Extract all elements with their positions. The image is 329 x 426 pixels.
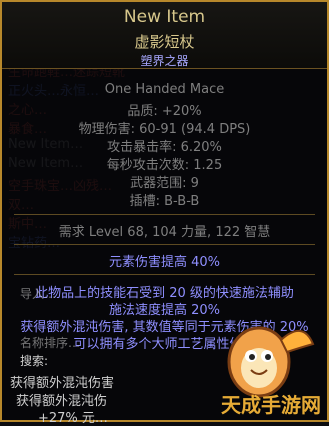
result-row-1[interactable]: 获得额外混沌伤害 [10,372,114,391]
item-implicit: 元素伤害提高 40% [108,255,221,270]
result-row-3[interactable]: +27% 元… [38,407,108,426]
divider [14,274,315,275]
item-sockets: 插槽: B-B-B [129,194,200,209]
divider [14,244,315,245]
item-requirements: 需求 Level 68, 104 力量, 122 智慧 [58,225,271,240]
item-physical-damage: 物理伤害: 60-91 (94.4 DPS) [78,122,251,137]
item-name: New Item [123,7,206,27]
item-crit: 攻击暴击率: 6.20% [107,140,222,155]
item-aps: 每秒攻击次数: 1.25 [106,158,223,173]
watermark-text: 天成手游网 [221,393,321,417]
divider [14,214,315,215]
tooltip-header: New Item 虚影短杖 塑界之器 [2,2,327,69]
bg-sort-label: 名称排序… [20,336,81,350]
item-base-type: 虚影短杖 [134,33,195,51]
bg-import-label: 导入… [20,287,57,301]
search-label[interactable]: 搜索: [20,352,48,369]
item-tag: 塑界之器 [140,54,189,68]
item-quality: 品质: +20% [127,104,202,119]
item-range: 武器范围: 9 [130,176,199,191]
item-class: One Handed Mace [104,82,225,97]
